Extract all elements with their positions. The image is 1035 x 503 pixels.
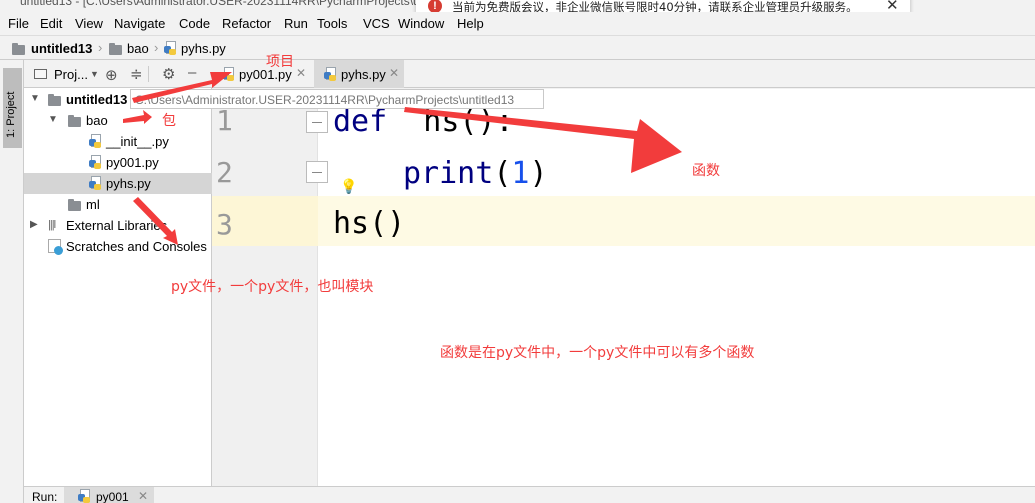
annotation-function: 函数 [692, 163, 720, 179]
console-badge-icon [54, 246, 63, 255]
tree-item-label: Scratches and Consoles [66, 239, 207, 254]
menu-edit[interactable]: Edit [40, 16, 62, 31]
run-tool-bar: Run: py001 ✕ [24, 486, 1035, 503]
fold-marker-icon[interactable] [306, 161, 328, 183]
run-label: Run: [32, 490, 58, 503]
menu-bar: File Edit View Navigate Code Refactor Ru… [0, 12, 1035, 35]
project-tool-tab-label: 1: Project [5, 91, 17, 138]
python-file-icon [89, 176, 103, 190]
tree-item-ml-folder[interactable]: ml [24, 194, 212, 215]
project-tool-tab[interactable]: 1: Project [3, 68, 22, 148]
menu-vcs[interactable]: VCS [363, 16, 390, 31]
fold-marker-icon[interactable] [306, 111, 328, 133]
menu-view[interactable]: View [75, 16, 103, 31]
chevron-down-icon[interactable]: ▼ [48, 114, 58, 125]
hide-icon[interactable]: – [188, 64, 196, 81]
python-file-icon [222, 67, 236, 81]
chevron-down-icon[interactable]: ▼ [30, 93, 40, 104]
menu-run[interactable]: Run [284, 16, 308, 31]
line-number: 3 [216, 208, 233, 241]
lightbulb-icon[interactable]: 💡 [340, 178, 357, 195]
python-file-icon [89, 134, 103, 148]
path-tooltip-text: C:\Users\Administrator.USER-20231114RR\P… [135, 93, 515, 107]
collapse-all-icon[interactable]: ≑ [130, 65, 143, 83]
tree-item-label: bao [86, 113, 108, 128]
libraries-icon: |||l [48, 219, 56, 231]
close-tab-icon[interactable]: ✕ [389, 66, 399, 80]
left-tool-strip: 1: Project [0, 60, 24, 503]
package-folder-icon [68, 115, 81, 127]
python-file-icon [164, 41, 178, 55]
annotation-description: 函数是在py文件中，一个py文件中可以有多个函数 [440, 345, 755, 361]
chevron-right-icon: › [98, 40, 103, 55]
breadcrumb: untitled13 › bao › pyhs.py [0, 35, 1035, 60]
annotation-module: py文件，一个py文件，也叫模块 [171, 279, 374, 295]
tree-item-scratches[interactable]: Scratches and Consoles [24, 236, 212, 257]
window-title: untitled13 - [C:\Users\Administrator.USE… [20, 0, 469, 8]
chevron-right-icon: › [154, 40, 159, 55]
tree-item-label: untitled13 [66, 92, 128, 107]
folder-icon [48, 94, 61, 106]
folder-icon [68, 199, 81, 211]
chevron-right-icon[interactable]: ▶ [30, 219, 38, 230]
folder-icon [109, 43, 122, 55]
menu-navigate[interactable]: Navigate [114, 16, 165, 31]
gear-icon[interactable]: ⚙ [162, 65, 175, 83]
tab-pyhs[interactable]: pyhs.py ✕ [314, 60, 404, 88]
annotation-package: 包 [162, 113, 176, 129]
run-tab-label: py001 [96, 490, 129, 503]
code-line-1: def hs(): [333, 104, 514, 139]
tree-item-label: pyhs.py [106, 176, 151, 191]
breadcrumb-package[interactable]: bao [127, 41, 149, 56]
function-signature: hs(): [387, 104, 514, 139]
tree-item-label: External Libraries [66, 218, 168, 233]
menu-help[interactable]: Help [457, 16, 484, 31]
project-toolbar: Proj... ▼ ⊕ ≑ ⚙ – [24, 60, 212, 88]
line-number: 2 [216, 156, 233, 189]
locate-icon[interactable]: ⊕ [105, 66, 118, 84]
tab-label: pyhs.py [341, 67, 386, 82]
builtin-print: print [403, 156, 494, 191]
python-file-icon [324, 67, 338, 81]
tree-item-label: py001.py [106, 155, 159, 170]
tree-item-label: ml [86, 197, 100, 212]
current-line-highlight [318, 196, 1035, 246]
paren-close: ) [529, 156, 548, 191]
keyword-def: def [333, 104, 388, 139]
tree-item-init-file[interactable]: __init__.py [24, 131, 212, 152]
tree-item-label: __init__.py [106, 134, 169, 149]
toolbar-divider [148, 66, 149, 82]
number-literal: 1 [511, 156, 530, 191]
tree-item-package-bao[interactable]: ▼ bao [24, 110, 212, 131]
breadcrumb-file[interactable]: pyhs.py [181, 41, 226, 56]
project-panel: Proj... ▼ ⊕ ≑ ⚙ – ▼ untitled13 ▼ bao __i… [24, 60, 212, 486]
tree-item-external-libraries[interactable]: ▶ |||l External Libraries [24, 215, 212, 236]
editor-tab-bar: py001.py ✕ pyhs.py ✕ [212, 60, 1035, 88]
menu-refactor[interactable]: Refactor [222, 16, 271, 31]
code-line-2: print(1) [403, 156, 548, 191]
chevron-down-icon[interactable]: ▼ [90, 69, 99, 79]
tree-item-py001-file[interactable]: py001.py [24, 152, 212, 173]
project-view-icon [34, 69, 47, 79]
menu-window[interactable]: Window [398, 16, 444, 31]
tree-item-pyhs-file[interactable]: pyhs.py [24, 173, 212, 194]
tab-py001[interactable]: py001.py ✕ [212, 60, 312, 88]
menu-file[interactable]: File [8, 16, 29, 31]
close-tab-icon[interactable]: ✕ [296, 66, 306, 80]
project-view-dropdown[interactable]: Proj... [54, 67, 88, 82]
menu-tools[interactable]: Tools [317, 16, 347, 31]
paren-open: ( [493, 156, 512, 191]
code-line-3: hs() [333, 206, 406, 241]
folder-icon [12, 43, 25, 55]
menu-code[interactable]: Code [179, 16, 210, 31]
python-file-icon [89, 155, 103, 169]
breadcrumb-project[interactable]: untitled13 [31, 41, 92, 56]
close-tab-icon[interactable]: ✕ [138, 489, 148, 503]
annotation-project: 项目 [266, 54, 294, 70]
code-editor[interactable] [318, 89, 1035, 486]
python-file-icon [78, 489, 92, 503]
path-tooltip: C:\Users\Administrator.USER-20231114RR\P… [130, 89, 544, 109]
